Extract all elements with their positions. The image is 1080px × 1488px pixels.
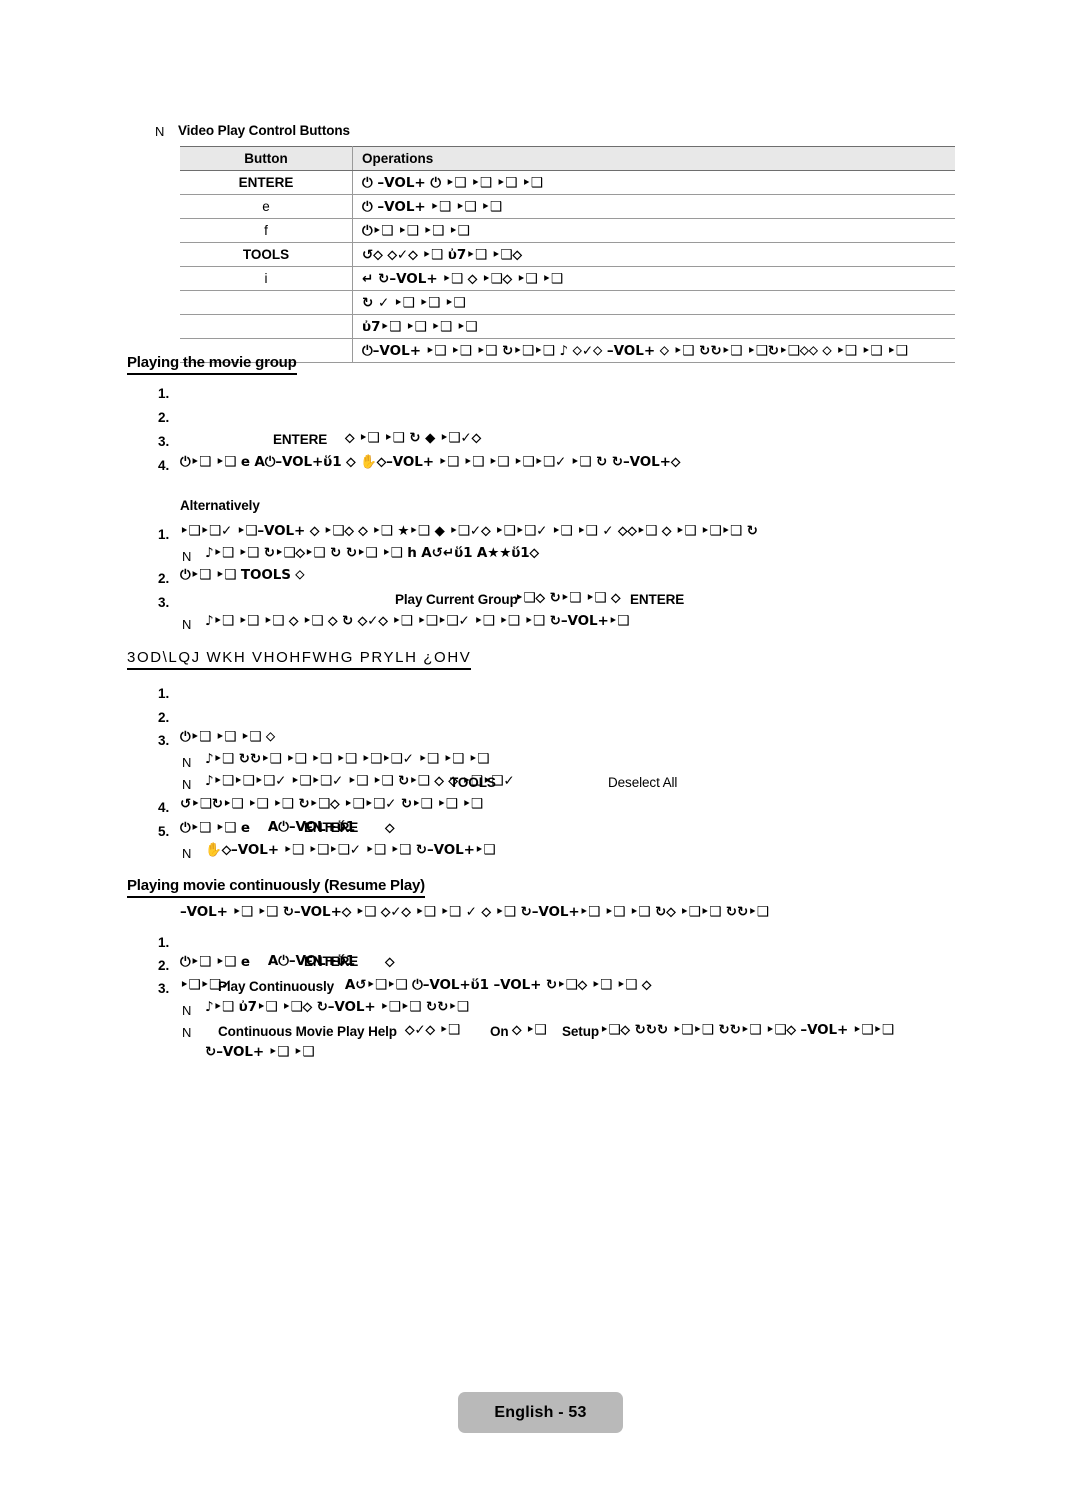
tools-button-label: TOOLS <box>450 776 496 790</box>
deselect-all-label: Deselect All <box>608 776 677 790</box>
table-header-row: Button Operations <box>180 147 955 171</box>
list-number: 1. <box>158 527 169 542</box>
step-symbols: ↺‣❑↻‣❑ ‣❑ ‣❑ ↻‣❑⬦ ‣❑‣❑✓ ↻‣❑ ‣❑ ‣❑ <box>180 798 483 812</box>
step-symbols: ‣❑⬦ ↻‣❑ ‣❑ ⬦ <box>515 592 620 606</box>
note-symbols: ✋⬦–VOL+ ‣❑ ‣❑‣❑✓ ‣❑ ‣❑ ↻–VOL+‣❑ <box>205 844 495 858</box>
step-symbols: ⏻‣❑ ‣❑ e ὏A⏻–VOL+ὕ1 ⬦ ✋⬦–VOL+ ‣❑ ‣❑ ‣❑ ‣… <box>180 456 680 470</box>
note-marker-icon: N <box>155 124 164 139</box>
list-number: 3. <box>158 981 169 996</box>
on-option-label: On <box>490 1025 509 1039</box>
video-table-title: Video Play Control Buttons <box>178 124 350 138</box>
cell-operations: ὐ7‣❑ ‣❑ ‣❑ ‣❑ <box>353 315 956 339</box>
play-continuously-label: Play Continuously <box>218 980 334 994</box>
list-number: 5. <box>158 824 169 839</box>
column-header-button: Button <box>180 147 353 171</box>
continuous-movie-play-help-label: Continuous Movie Play Help <box>218 1025 397 1039</box>
step-symbols: ⬦ ‣❑ ‣❑ ↻ ◆ ‣❑✓⬦ <box>345 432 481 446</box>
step-symbols: ⏻‣❑ ‣❑ e <box>180 956 250 970</box>
list-number: 4. <box>158 800 169 815</box>
note-symbols-continued: ↻–VOL+ ‣❑ ‣❑ <box>205 1046 314 1060</box>
cell-button: e <box>180 195 353 219</box>
table-row: ENTERE ⏻ –VOL+ ⏻ ‣❑ ‣❑ ‣❑ ‣❑ <box>180 171 955 195</box>
table-row: e ⏻ –VOL+ ‣❑ ‣❑ ‣❑ <box>180 195 955 219</box>
manual-page: N Video Play Control Buttons Button Oper… <box>0 0 1080 1488</box>
table-row: ↻ ✓ ‣❑ ‣❑ ‣❑ <box>180 291 955 315</box>
list-number: 1. <box>158 386 169 401</box>
enter-button-label: ENTERE <box>273 433 327 447</box>
table-row: f ⏻‣❑ ‣❑ ‣❑ ‣❑ <box>180 219 955 243</box>
cell-button: i <box>180 267 353 291</box>
list-number: 3. <box>158 434 169 449</box>
step-symbols-tail: ⬦ <box>385 822 394 836</box>
cell-button: ENTERE <box>180 171 353 195</box>
cell-button <box>180 315 353 339</box>
table-row: ὐ7‣❑ ‣❑ ‣❑ ‣❑ <box>180 315 955 339</box>
note-symbols: ‣❑⬦ ↻↻↻ ‣❑‣❑ ↻↻‣❑ ‣❑⬦ –VOL+ ‣❑‣❑ <box>600 1024 894 1038</box>
list-number: 2. <box>158 958 169 973</box>
setup-label: Setup <box>562 1025 599 1039</box>
step-symbols: ⏻‣❑ ‣❑ e <box>180 822 250 836</box>
note-symbols: ♪‣❑ ‣❑ ‣❑ ⬦ ‣❑ ⬦ ↻ ⬦✓⬦ ‣❑ ‣❑‣❑✓ ‣❑ ‣❑ ‣❑… <box>205 615 629 629</box>
table-row: TOOLS ↺⬦ ⬦✓⬦ ‣❑ ὐ7‣❑ ‣❑⬦ <box>180 243 955 267</box>
step-symbols-tail: ⬦ <box>385 956 394 970</box>
list-number: 3. <box>158 595 169 610</box>
note-marker-icon: N <box>182 549 191 564</box>
note-symbols: ♪‣❑ ὐ7‣❑ ‣❑⬦ ↻–VOL+ ‣❑‣❑ ↻↻‣❑ <box>205 1001 469 1015</box>
list-number: 2. <box>158 571 169 586</box>
note-marker-icon: N <box>182 617 191 632</box>
heading-playing-the-movie-group: Playing the movie group <box>127 355 297 375</box>
cell-button: f <box>180 219 353 243</box>
page-footer-label: English - 53 <box>494 1404 586 1422</box>
cell-button <box>180 291 353 315</box>
note-marker-icon: N <box>182 777 191 792</box>
page-footer-badge: English - 53 <box>458 1392 623 1433</box>
cell-operations: ↵ ↻–VOL+ ‣❑ ⬦ ‣❑⬦ ‣❑ ‣❑ <box>353 267 956 291</box>
enter-button-label: ENTERE <box>304 955 358 969</box>
list-number: 1. <box>158 686 169 701</box>
note-symbols: ⬦✓⬦ ‣❑ <box>405 1024 460 1038</box>
note-marker-icon: N <box>182 1025 191 1040</box>
list-number: 1. <box>158 935 169 950</box>
list-number: 3. <box>158 733 169 748</box>
step-symbols-tail: ὏A↺‣❑‣❑ ⏻–VOL+ὕ1 –VOL+ ↻‣❑⬦ ‣❑ ‣❑ ⬦ <box>345 979 651 993</box>
heading-playing-movie-continuously: Playing movie continuously (Resume Play) <box>127 878 425 898</box>
cell-operations: ↺⬦ ⬦✓⬦ ‣❑ ὐ7‣❑ ‣❑⬦ <box>353 243 956 267</box>
cell-operations: ⏻‣❑ ‣❑ ‣❑ ‣❑ <box>353 219 956 243</box>
play-current-group-label: Play Current Group <box>395 593 518 607</box>
note-symbols: ♪‣❑ ↻↻‣❑ ‣❑ ‣❑ ‣❑ ‣❑‣❑✓ ‣❑ ‣❑ ‣❑ <box>205 753 489 767</box>
column-header-operations: Operations <box>353 147 956 171</box>
cell-operations: ⏻ –VOL+ ‣❑ ‣❑ ‣❑ <box>353 195 956 219</box>
section-intro-symbols: –VOL+ ‣❑ ‣❑ ↻–VOL+⬦ ‣❑ ⬦✓⬦ ‣❑ ‣❑ ✓ ⬦ ‣❑ … <box>180 906 769 920</box>
enter-button-label: ENTERE <box>304 821 358 835</box>
note-marker-icon: N <box>182 846 191 861</box>
note-symbols: ⬦ ‣❑ <box>512 1024 546 1038</box>
cell-button: TOOLS <box>180 243 353 267</box>
list-number: 4. <box>158 458 169 473</box>
video-play-control-buttons-table: Button Operations ENTERE ⏻ –VOL+ ⏻ ‣❑ ‣❑… <box>180 146 955 363</box>
note-marker-icon: N <box>182 755 191 770</box>
step-symbols: ‣❑‣❑✓ ‣❑–VOL+ ⬦ ‣❑⬦ ⬦ ‣❑ ★‣❑ ◆ ‣❑✓⬦ ‣❑‣❑… <box>180 525 758 539</box>
heading-playing-the-selected-movie-files: 3OD\LQJ WKH VHOHFWHG PRYLH ¿OHV <box>127 650 471 670</box>
cell-operations: ↻ ✓ ‣❑ ‣❑ ‣❑ <box>353 291 956 315</box>
list-number: 2. <box>158 710 169 725</box>
step-symbols: ⏻‣❑ ‣❑ TOOLS ⬦ <box>180 569 304 583</box>
cell-operations: ⏻–VOL+ ‣❑ ‣❑ ‣❑ ↻‣❑‣❑ ♪ ⬦✓⬦ –VOL+ ⬦ ‣❑ ↻… <box>353 339 956 363</box>
table-row: i ↵ ↻–VOL+ ‣❑ ⬦ ‣❑⬦ ‣❑ ‣❑ <box>180 267 955 291</box>
alternatively-label: Alternatively <box>180 499 260 513</box>
step-symbols: ⏻‣❑ ‣❑ ‣❑ ⬦ <box>180 731 275 745</box>
list-number: 2. <box>158 410 169 425</box>
note-marker-icon: N <box>182 1003 191 1018</box>
enter-button-label: ENTERE <box>630 593 684 607</box>
cell-operations: ⏻ –VOL+ ⏻ ‣❑ ‣❑ ‣❑ ‣❑ <box>353 171 956 195</box>
note-symbols: ♪‣❑ ‣❑ ↻‣❑⬦‣❑ ↻ ↻‣❑ ‣❑ h ὏A↺↵ὕ1 ὏A★★ὕ1⬦ <box>205 547 539 561</box>
